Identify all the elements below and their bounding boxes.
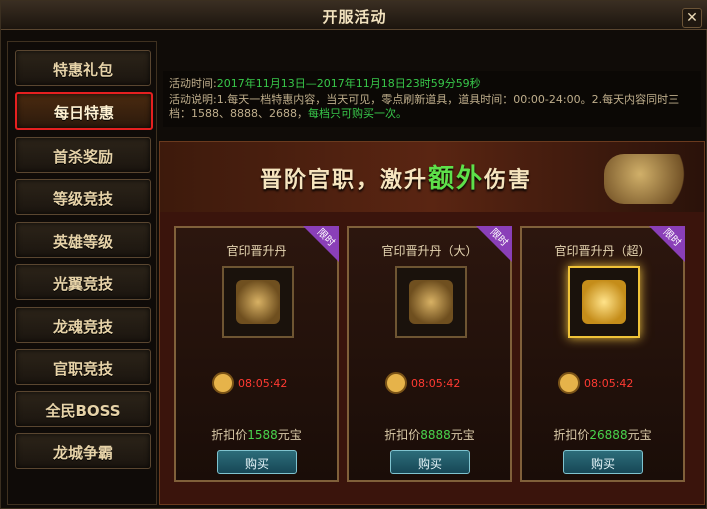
countdown-timer: 08:05:42 [584, 377, 634, 390]
price-value: 26888 [589, 428, 628, 442]
sidebar-item-label: 等级竞技 [52, 190, 113, 208]
item-slot[interactable] [395, 266, 467, 338]
sidebar-item-label: 英雄等级 [52, 233, 113, 251]
seal-item-icon [582, 280, 626, 324]
alarm-clock-icon [212, 372, 234, 394]
buy-button[interactable]: 购买 [390, 450, 470, 474]
activity-desc-text: 1.每天一档特惠内容，当天可见，零点刷新道具，道具时间：00:00-24:00。… [169, 93, 680, 120]
buy-button[interactable]: 购买 [563, 450, 643, 474]
price-value: 8888 [420, 428, 451, 442]
sidebar-item-dragon-soul[interactable]: 龙魂竞技 [15, 307, 151, 343]
discount-price: 折扣价26888元宝 [522, 426, 683, 443]
sidebar-item-label: 首杀奖励 [52, 148, 113, 166]
promo-banner: 晋阶官职，激升额外伤害 [160, 142, 704, 212]
sidebar-item-official-rank[interactable]: 官职竞技 [15, 349, 151, 385]
price-prefix: 折扣价 [553, 428, 590, 442]
sidebar-item-wing-compete[interactable]: 光翼竞技 [15, 264, 151, 300]
item-name: 官印晋升丹（超） [554, 244, 651, 258]
discount-price: 折扣价1588元宝 [176, 426, 337, 443]
item-slot[interactable] [222, 266, 294, 338]
sidebar-item-dragon-city[interactable]: 龙城争霸 [15, 433, 151, 469]
item-slot[interactable] [568, 266, 640, 338]
activity-window: 开服活动 ✕ 特惠礼包 每日特惠 首杀奖励 等级竞技 英雄等级 光翼竞技 龙魂竞… [0, 0, 707, 509]
sidebar-item-hero-level[interactable]: 英雄等级 [15, 222, 151, 258]
buy-button-label: 购买 [590, 457, 615, 471]
activity-time-label: 活动时间: [169, 77, 217, 90]
sidebar-item-label: 官职竞技 [52, 360, 113, 378]
sidebar: 特惠礼包 每日特惠 首杀奖励 等级竞技 英雄等级 光翼竞技 龙魂竞技 官职竞技 … [7, 41, 157, 505]
banner-title: 晋阶官职，激升额外伤害 [260, 158, 532, 195]
discount-price: 折扣价8888元宝 [349, 426, 510, 443]
sidebar-item-label: 每日特惠 [53, 104, 114, 122]
sidebar-item-daily-special[interactable]: 每日特惠 [15, 92, 153, 130]
offer-card: 限时 官印晋升丹 08:05:42 折扣价1588元宝 购买 [174, 226, 339, 482]
activity-desc-label: 活动说明: [169, 93, 217, 106]
price-prefix: 折扣价 [211, 428, 248, 442]
sidebar-item-level-compete[interactable]: 等级竞技 [15, 179, 151, 215]
item-name: 官印晋升丹（大） [381, 244, 478, 258]
banner-title-part1: 晋阶官职，激升 [260, 168, 429, 193]
countdown-timer: 08:05:42 [238, 377, 288, 390]
alarm-clock-icon [385, 372, 407, 394]
price-value: 1588 [247, 428, 278, 442]
window-title: 开服活动 [322, 8, 387, 26]
activity-time-row: 活动时间:2017年11月13日—2017年11月18日23时59分59秒 [169, 77, 694, 91]
sidebar-item-label: 光翼竞技 [52, 275, 113, 293]
price-suffix: 元宝 [450, 428, 475, 442]
price-prefix: 折扣价 [384, 428, 421, 442]
countdown-timer: 08:05:42 [411, 377, 461, 390]
sidebar-item-label: 特惠礼包 [52, 61, 113, 79]
gold-ingot-pile-icon [604, 154, 694, 204]
price-suffix: 元宝 [627, 428, 652, 442]
buy-button[interactable]: 购买 [217, 450, 297, 474]
sidebar-item-label: 龙魂竞技 [52, 318, 113, 336]
alarm-clock-icon [558, 372, 580, 394]
offers-panel: 晋阶官职，激升额外伤害 限时 官印晋升丹 08:05:42 折扣价1588元宝 … [159, 141, 705, 505]
item-name: 官印晋升丹 [226, 244, 287, 258]
offer-card: 限时 官印晋升丹（大） 08:05:42 折扣价8888元宝 购买 [347, 226, 512, 482]
seal-item-icon [236, 280, 280, 324]
sidebar-item-label: 全民BOSS [45, 402, 121, 420]
banner-title-part3: 伤害 [484, 168, 533, 193]
sidebar-item-label: 龙城争霸 [52, 444, 113, 462]
buy-button-label: 购买 [244, 457, 269, 471]
activity-desc-row: 活动说明:1.每天一档特惠内容，当天可见，零点刷新道具，道具时间：00:00-2… [169, 93, 694, 121]
seal-item-icon [409, 280, 453, 324]
price-suffix: 元宝 [277, 428, 302, 442]
title-bar: 开服活动 ✕ [1, 1, 707, 30]
buy-button-label: 购买 [417, 457, 442, 471]
offer-card: 限时 官印晋升丹（超） 08:05:42 折扣价26888元宝 购买 [520, 226, 685, 482]
banner-title-emphasis: 额外 [428, 164, 485, 194]
activity-desc-highlight: 每档只可购买一次。 [307, 107, 407, 120]
sidebar-item-special-gift[interactable]: 特惠礼包 [15, 50, 151, 86]
activity-time-value: 2017年11月13日—2017年11月18日23时59分59秒 [216, 77, 481, 90]
sidebar-item-first-kill[interactable]: 首杀奖励 [15, 137, 151, 173]
sidebar-item-world-boss[interactable]: 全民BOSS [15, 391, 151, 427]
activity-info: 活动时间:2017年11月13日—2017年11月18日23时59分59秒 活动… [163, 71, 701, 127]
close-icon[interactable]: ✕ [682, 8, 702, 28]
